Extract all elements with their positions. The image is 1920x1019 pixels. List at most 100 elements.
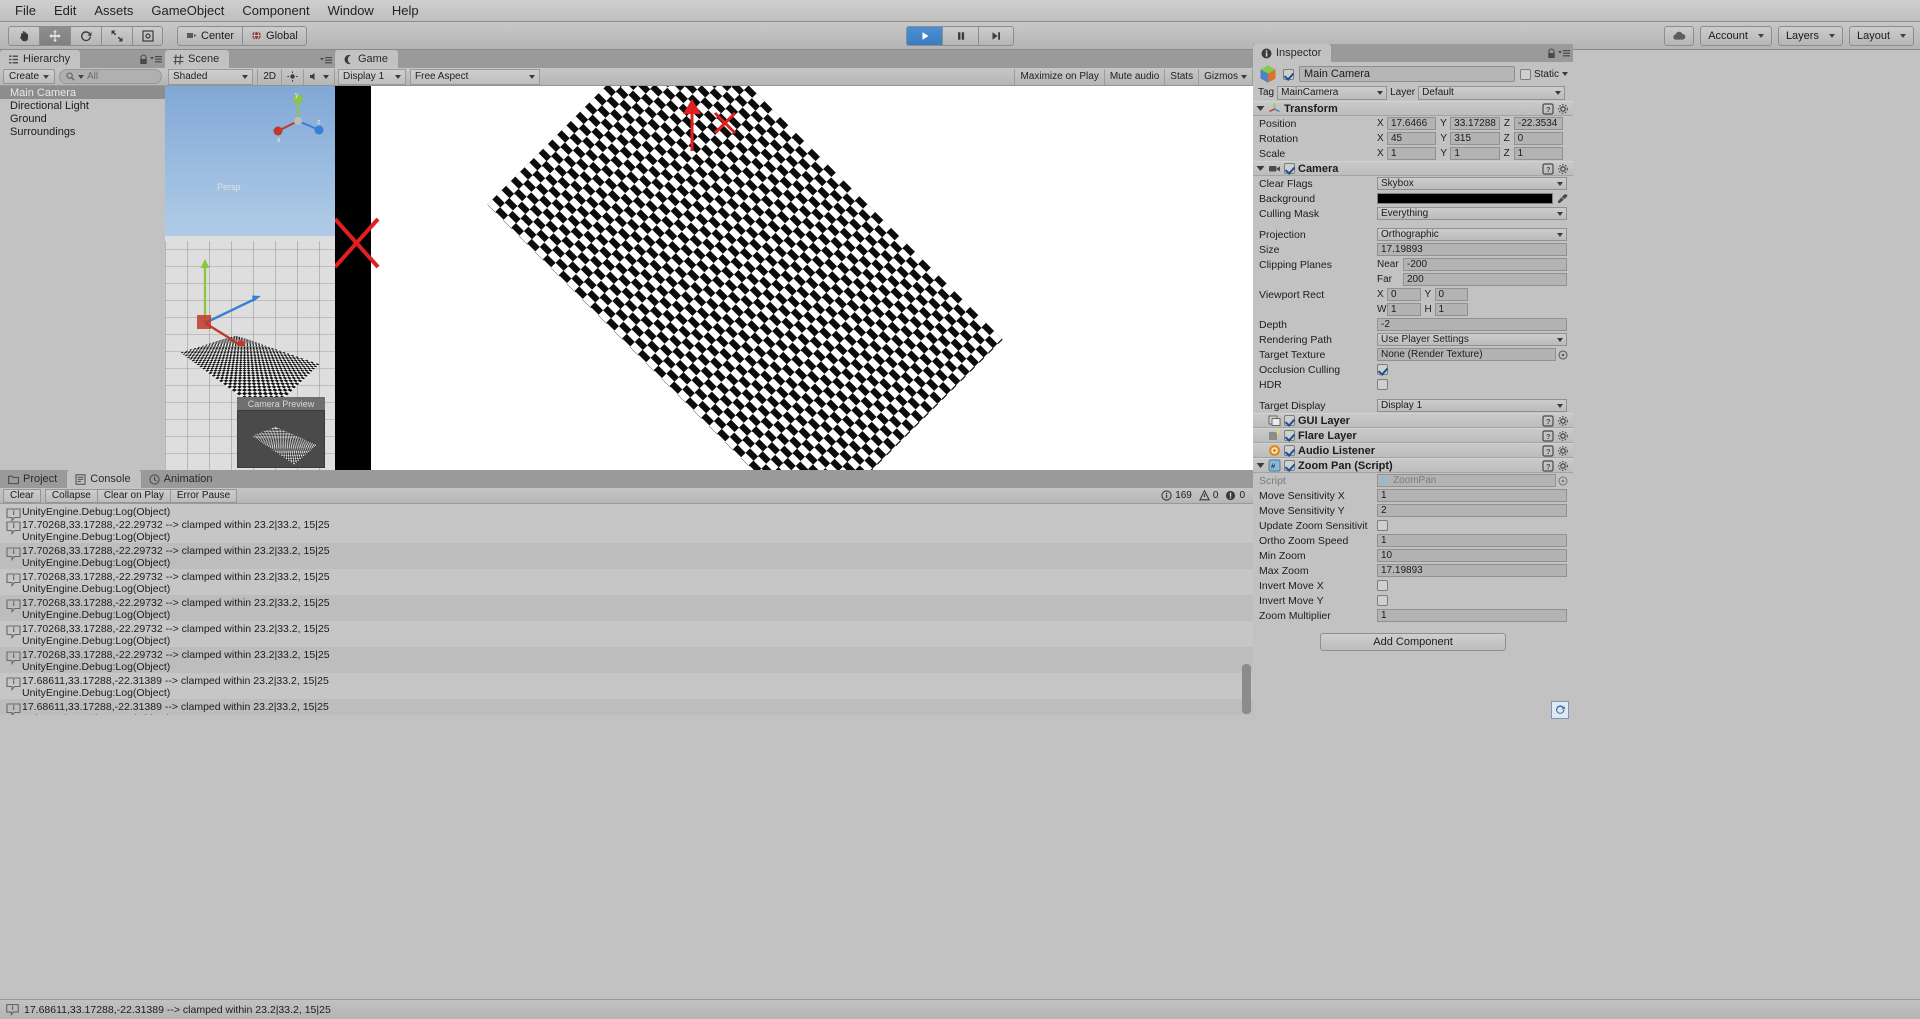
layout-button[interactable]: Layout bbox=[1848, 25, 1914, 46]
console-error-count[interactable]: 0 bbox=[1225, 490, 1245, 501]
space-mode-button[interactable]: Global bbox=[242, 25, 307, 46]
projection-dropdown[interactable]: Orthographic bbox=[1377, 228, 1567, 241]
console-warning-count[interactable]: 0 bbox=[1198, 490, 1218, 501]
ortho-zoom-speed-input[interactable]: 1 bbox=[1377, 534, 1567, 547]
panel-menu-icon[interactable] bbox=[1558, 49, 1570, 58]
rotation-x-input[interactable]: 45 bbox=[1387, 132, 1437, 145]
log-entry[interactable]: UnityEngine.Debug:Log(Object) bbox=[0, 504, 1253, 523]
account-button[interactable]: Account bbox=[1700, 25, 1772, 46]
help-icon[interactable]: ? bbox=[1542, 102, 1554, 115]
unity-collab-badge[interactable] bbox=[1551, 701, 1569, 719]
depth-input[interactable]: -2 bbox=[1377, 318, 1567, 331]
rotation-z-input[interactable]: 0 bbox=[1513, 132, 1563, 145]
menu-item-window[interactable]: Window bbox=[319, 1, 383, 21]
foldout-open-icon[interactable] bbox=[1256, 461, 1265, 470]
console-clear-on-play-button[interactable]: Clear on Play bbox=[96, 488, 171, 503]
gear-icon[interactable] bbox=[1557, 163, 1569, 175]
component-header-transform[interactable]: Transform ? bbox=[1253, 101, 1573, 116]
scale-z-input[interactable]: 1 bbox=[1513, 147, 1563, 160]
help-icon[interactable]: ? bbox=[1542, 162, 1554, 175]
pause-button[interactable] bbox=[942, 25, 978, 46]
game-maximize-on-play-toggle[interactable]: Maximize on Play bbox=[1014, 68, 1105, 85]
help-icon[interactable]: ? bbox=[1542, 459, 1554, 472]
pivot-mode-button[interactable]: Center bbox=[177, 25, 243, 46]
hierarchy-item-directional-light[interactable]: Directional Light bbox=[0, 99, 165, 112]
log-entry[interactable]: 17.70268,33.17288,-22.29732 --> clamped … bbox=[0, 621, 1253, 647]
scene-shading-dropdown[interactable]: Shaded bbox=[168, 68, 254, 85]
hierarchy-item-surroundings[interactable]: Surroundings bbox=[0, 125, 165, 138]
invert-move-x-checkbox[interactable] bbox=[1377, 580, 1388, 591]
log-entry[interactable]: 17.70268,33.17288,-22.29732 --> clamped … bbox=[0, 569, 1253, 595]
help-icon[interactable]: ? bbox=[1542, 414, 1554, 427]
game-aspect-dropdown[interactable]: Free Aspect bbox=[410, 68, 540, 85]
background-color-swatch[interactable] bbox=[1377, 193, 1553, 204]
scene-lighting-toggle[interactable] bbox=[282, 68, 304, 85]
game-stats-toggle[interactable]: Stats bbox=[1165, 68, 1200, 85]
hierarchy-search-input[interactable]: All bbox=[59, 69, 162, 84]
component-header-zoom-pan[interactable]: # Zoom Pan (Script) ? bbox=[1253, 458, 1573, 473]
scene-audio-toggle[interactable] bbox=[304, 68, 335, 85]
flare-layer-enabled-checkbox[interactable] bbox=[1284, 430, 1295, 441]
object-name-input[interactable]: Main Camera bbox=[1299, 66, 1515, 82]
rotation-y-input[interactable]: 315 bbox=[1450, 132, 1500, 145]
camera-enabled-checkbox[interactable] bbox=[1284, 163, 1295, 174]
move-tool-button[interactable] bbox=[39, 25, 70, 46]
game-gizmos-toggle[interactable]: Gizmos bbox=[1199, 68, 1253, 85]
scene-2d-toggle[interactable]: 2D bbox=[257, 68, 282, 85]
gear-icon[interactable] bbox=[1557, 430, 1569, 442]
foldout-open-icon[interactable] bbox=[1256, 104, 1265, 113]
far-clip-input[interactable]: 200 bbox=[1403, 273, 1567, 286]
gear-icon[interactable] bbox=[1557, 460, 1569, 472]
foldout-open-icon[interactable] bbox=[1256, 164, 1265, 173]
move-sensitivity-y-input[interactable]: 2 bbox=[1377, 504, 1567, 517]
eyedropper-icon[interactable] bbox=[1557, 193, 1568, 204]
scene-move-gizmo[interactable] bbox=[177, 211, 287, 346]
viewport-h-input[interactable]: 1 bbox=[1434, 303, 1468, 316]
console-scrollbar[interactable] bbox=[1242, 664, 1251, 714]
add-component-button[interactable]: Add Component bbox=[1320, 633, 1506, 651]
panel-menu-icon[interactable] bbox=[150, 55, 162, 64]
tab-hierarchy[interactable]: Hierarchy bbox=[0, 50, 81, 68]
scene-viewport[interactable]: y z x Persp Camera Preview bbox=[165, 86, 335, 470]
viewport-x-input[interactable]: 0 bbox=[1387, 288, 1421, 301]
rotate-tool-button[interactable] bbox=[70, 25, 101, 46]
viewport-w-input[interactable]: 1 bbox=[1387, 303, 1421, 316]
menu-item-gameobject[interactable]: GameObject bbox=[142, 1, 233, 21]
move-sensitivity-x-input[interactable]: 1 bbox=[1377, 489, 1567, 502]
audio-listener-enabled-checkbox[interactable] bbox=[1284, 445, 1295, 456]
scale-y-input[interactable]: 1 bbox=[1450, 147, 1500, 160]
log-entry[interactable]: 17.70268,33.17288,-22.29732 --> clamped … bbox=[0, 543, 1253, 569]
component-header-flare-layer[interactable]: Flare Layer ? bbox=[1253, 428, 1573, 443]
gear-icon[interactable] bbox=[1557, 445, 1569, 457]
lock-icon[interactable] bbox=[139, 54, 148, 65]
panel-menu-icon[interactable] bbox=[320, 56, 332, 65]
zoom-multiplier-input[interactable]: 1 bbox=[1377, 609, 1567, 622]
help-icon[interactable]: ? bbox=[1542, 429, 1554, 442]
console-info-count[interactable]: 169 bbox=[1161, 490, 1192, 501]
step-button[interactable] bbox=[978, 25, 1014, 46]
size-input[interactable]: 17.19893 bbox=[1377, 243, 1567, 256]
log-entry[interactable]: 17.68611,33.17288,-22.31389 --> clamped … bbox=[0, 673, 1253, 699]
collab-cloud-button[interactable] bbox=[1664, 25, 1695, 46]
hand-tool-button[interactable] bbox=[8, 25, 39, 46]
menu-item-component[interactable]: Component bbox=[233, 1, 318, 21]
rendering-path-dropdown[interactable]: Use Player Settings bbox=[1377, 333, 1567, 346]
position-x-input[interactable]: 17.6466 bbox=[1387, 117, 1437, 130]
tab-animation[interactable]: Animation bbox=[140, 470, 223, 488]
position-y-input[interactable]: 33.17288 bbox=[1450, 117, 1500, 130]
game-mute-audio-toggle[interactable]: Mute audio bbox=[1105, 68, 1166, 85]
gear-icon[interactable] bbox=[1557, 103, 1569, 115]
component-header-gui-layer[interactable]: GUI Layer ? bbox=[1253, 413, 1573, 428]
static-checkbox[interactable] bbox=[1519, 68, 1531, 80]
tab-game[interactable]: Game bbox=[335, 50, 398, 68]
component-header-audio-listener[interactable]: Audio Listener ? bbox=[1253, 443, 1573, 458]
console-error-pause-button[interactable]: Error Pause bbox=[169, 488, 238, 503]
console-log-list[interactable]: UnityEngine.Debug:Log(Object) 17.70268,3… bbox=[0, 504, 1253, 715]
rect-transform-tool-button[interactable] bbox=[132, 25, 163, 46]
gear-icon[interactable] bbox=[1557, 415, 1569, 427]
create-button[interactable]: Create bbox=[3, 69, 56, 84]
tab-inspector[interactable]: Inspector bbox=[1253, 44, 1332, 62]
layers-button[interactable]: Layers bbox=[1777, 25, 1843, 46]
zoom-pan-enabled-checkbox[interactable] bbox=[1284, 460, 1295, 471]
target-display-dropdown[interactable]: Display 1 bbox=[1377, 399, 1567, 412]
